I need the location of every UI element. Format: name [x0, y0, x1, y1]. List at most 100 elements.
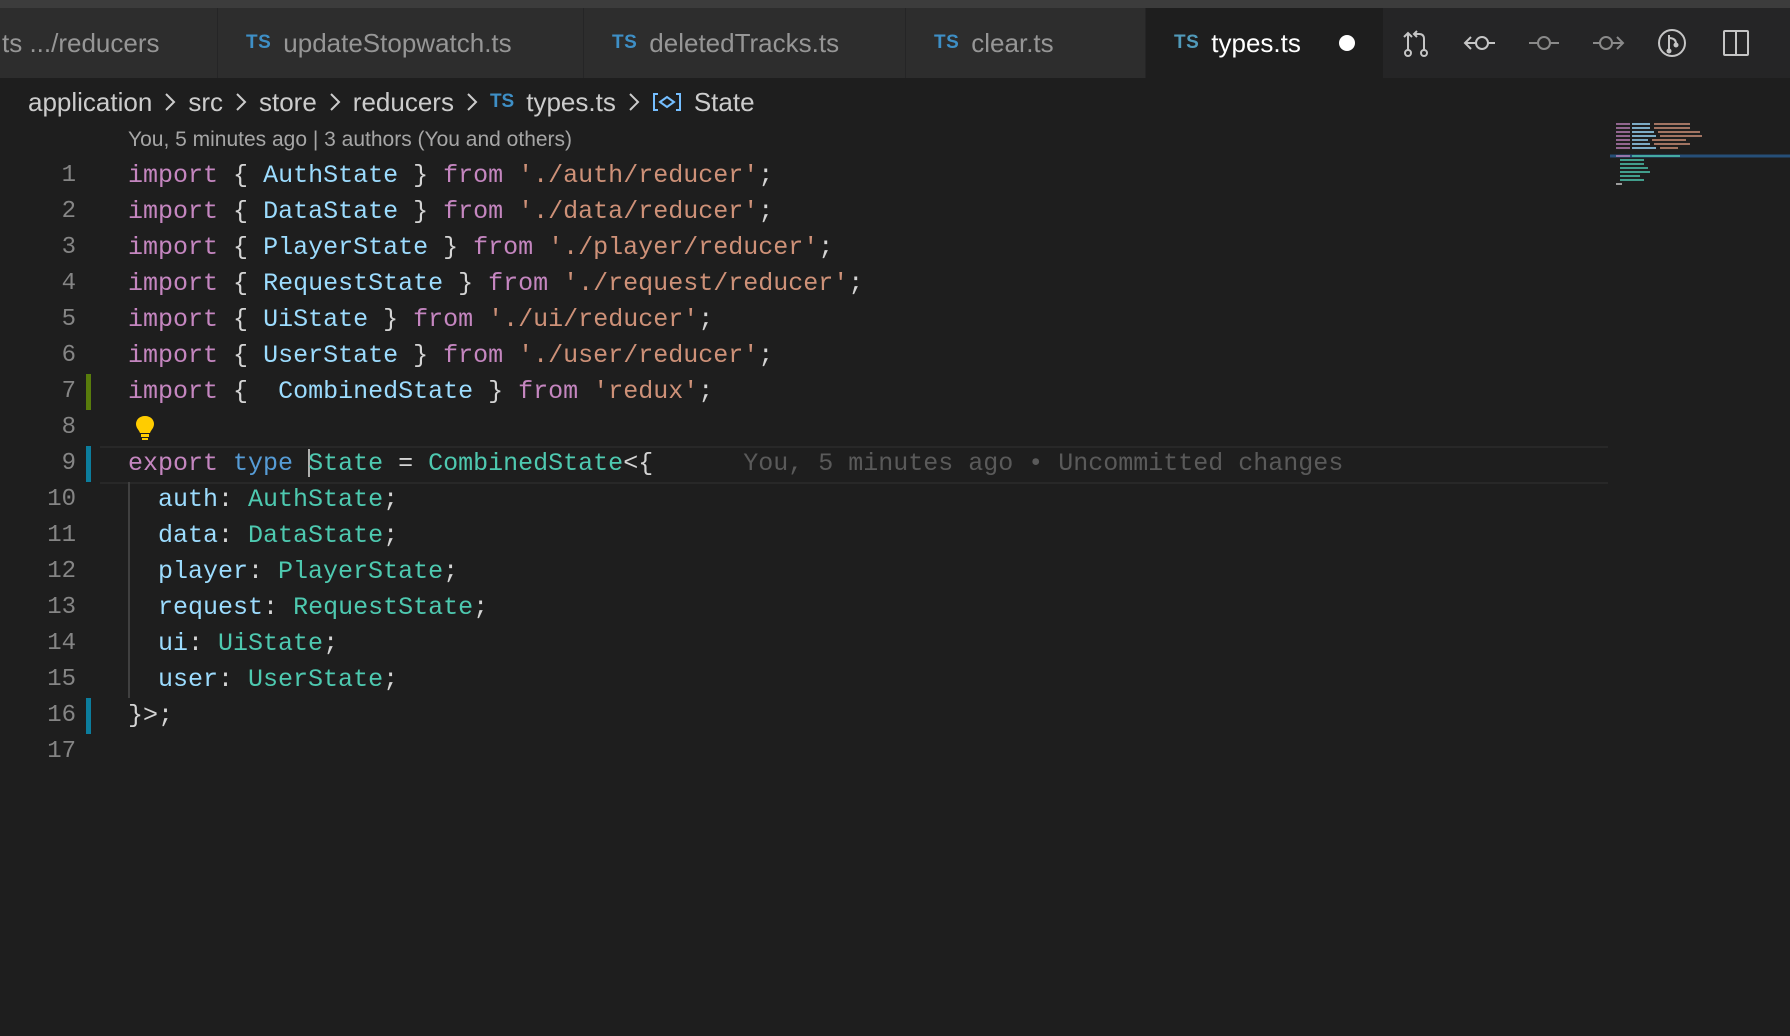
property-name: request [158, 593, 264, 622]
line-number: 11 [47, 522, 76, 549]
keyword: import [128, 197, 219, 226]
inline-blame[interactable]: You, 5 minutes ago • Uncommitted changes [743, 449, 1343, 478]
keyword: from [518, 377, 579, 406]
punctuation: { [233, 341, 249, 370]
punctuation: { [233, 269, 249, 298]
property-name: auth [158, 485, 219, 514]
punctuation: ; [848, 269, 864, 298]
import-name: PlayerState [263, 233, 429, 262]
code-line: 5 import { UiState } from './ui/reducer'… [0, 302, 1790, 338]
lightbulb-icon[interactable] [134, 414, 156, 442]
tab-reducers-index[interactable]: ts .../reducers [0, 8, 218, 78]
modified-line-marker[interactable] [86, 446, 91, 482]
punctuation: ; [383, 665, 399, 694]
punctuation: } [413, 161, 429, 190]
punctuation: ; [758, 341, 774, 370]
punctuation: ; [443, 557, 459, 586]
tab-clear[interactable]: TS clear.ts [906, 8, 1146, 78]
line-number: 7 [61, 378, 76, 405]
code-line: 6 import { UserState } from './user/redu… [0, 338, 1790, 374]
tab-types[interactable]: TS types.ts [1146, 8, 1384, 78]
minimap[interactable] [1610, 118, 1790, 198]
breadcrumb-item[interactable]: reducers [353, 87, 454, 118]
line-number: 3 [61, 234, 76, 261]
import-name: CombinedState [263, 377, 474, 406]
type-name: RequestState [293, 593, 474, 622]
line-number: 8 [61, 414, 76, 441]
next-change-button[interactable] [1576, 8, 1640, 78]
code-line: 8 [0, 410, 1790, 446]
split-editor-button[interactable] [1704, 8, 1768, 78]
punctuation: ; [758, 197, 774, 226]
type-name: UiState [218, 629, 324, 658]
breadcrumb-item[interactable]: src [188, 87, 223, 118]
punctuation: { [233, 233, 249, 262]
breadcrumb-item[interactable]: store [259, 87, 317, 118]
previous-change-button[interactable] [1448, 8, 1512, 78]
line-number: 16 [47, 702, 76, 729]
property-name: ui [158, 629, 189, 658]
punctuation: ; [698, 305, 714, 334]
punctuation: { [233, 161, 249, 190]
added-line-marker[interactable] [86, 374, 91, 410]
code-line: 14 ui: UiState; [0, 626, 1790, 662]
typescript-file-icon: TS [612, 32, 638, 53]
git-graph-icon [1658, 29, 1686, 57]
chevron-right-icon [327, 91, 343, 113]
keyword: from [473, 233, 534, 262]
code-line: 12 player: PlayerState; [0, 554, 1790, 590]
line-number: 4 [61, 270, 76, 297]
typescript-file-icon: TS [1174, 32, 1200, 53]
punctuation: } [458, 269, 474, 298]
line-number: 2 [61, 198, 76, 225]
punctuation: ; [383, 521, 399, 550]
keyword: from [413, 305, 474, 334]
compare-changes-button[interactable] [1384, 8, 1448, 78]
commit-button[interactable] [1512, 8, 1576, 78]
import-name: RequestState [263, 269, 444, 298]
tab-update-stopwatch[interactable]: TS updateStopwatch.ts [218, 8, 584, 78]
punctuation: ; [383, 485, 399, 514]
punctuation: } [488, 377, 504, 406]
chevron-right-icon [626, 91, 642, 113]
line-number: 6 [61, 342, 76, 369]
keyword: export [128, 449, 219, 478]
import-path: 'redux' [593, 377, 699, 406]
import-path: './data/reducer' [518, 197, 759, 226]
type-name: DataState [248, 521, 384, 550]
import-path: './user/reducer' [518, 341, 759, 370]
code-line: 2 import { DataState } from './data/redu… [0, 194, 1790, 230]
line-number: 10 [47, 486, 76, 513]
punctuation: { [233, 377, 249, 406]
breadcrumb-item[interactable]: application [28, 87, 152, 118]
import-name: UserState [263, 341, 399, 370]
tab-deleted-tracks[interactable]: TS deletedTracks.ts [584, 8, 906, 78]
code-editor[interactable]: 1 import { AuthState } from './auth/redu… [0, 158, 1790, 770]
import-name: AuthState [263, 161, 399, 190]
breadcrumb-symbol-label: State [693, 86, 755, 117]
breadcrumb-file[interactable]: TS types.ts [490, 87, 616, 118]
property-name: data [158, 521, 219, 550]
breadcrumb-file-label: types.ts [526, 86, 616, 117]
source-control-compare-icon [1403, 30, 1428, 57]
previous-change-icon [1463, 36, 1495, 50]
breadcrumb: application src store reducers TS types.… [28, 84, 755, 120]
import-path: './auth/reducer' [518, 161, 759, 190]
punctuation: ; [698, 377, 714, 406]
line-number: 12 [47, 558, 76, 585]
modified-line-marker[interactable] [86, 698, 91, 734]
code-line: 10 auth: AuthState; [0, 482, 1790, 518]
code-line-current: 9 export type State = CombinedState<{ Yo… [0, 446, 1790, 484]
chevron-right-icon [464, 91, 480, 113]
code-line: 16 }>; [0, 698, 1790, 734]
git-graph-button[interactable] [1640, 8, 1704, 78]
git-codelens[interactable]: You, 5 minutes ago | 3 authors (You and … [128, 128, 572, 152]
code-line: 3 import { PlayerState } from './player/… [0, 230, 1790, 266]
line-number: 15 [47, 666, 76, 693]
tab-label: clear.ts [971, 27, 1054, 58]
typescript-file-icon: TS [489, 91, 515, 112]
line-number: 17 [47, 738, 76, 765]
breadcrumb-symbol[interactable]: State [652, 87, 755, 118]
unsaved-dot-icon[interactable] [1338, 35, 1355, 51]
typescript-file-icon: TS [934, 32, 960, 53]
